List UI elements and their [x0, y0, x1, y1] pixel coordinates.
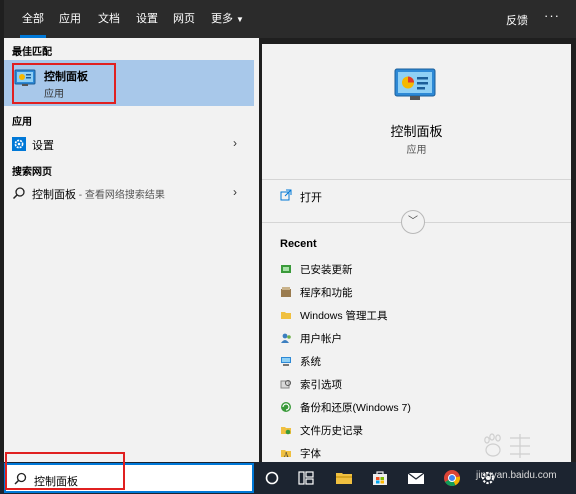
tab-documents[interactable]: 文档 — [98, 12, 120, 26]
recent-item-label: 系统 — [300, 356, 321, 368]
user-accounts-icon — [281, 333, 291, 343]
mail-icon[interactable] — [406, 468, 426, 488]
start-search-window: 全部 应用 文档 设置 网页 更多 ▼ 反馈 ··· 最佳匹配 控制面板 应用 应… — [0, 0, 576, 494]
recent-item-label: 索引选项 — [300, 379, 342, 391]
feedback-button[interactable]: 反馈 — [506, 12, 528, 28]
recent-item-label: 备份和还原(Windows 7) — [300, 402, 411, 414]
tab-all[interactable]: 全部 — [20, 12, 46, 38]
file-history-icon — [281, 427, 291, 435]
recent-item-label: 文件历史记录 — [300, 425, 363, 437]
folder-icon — [281, 312, 291, 319]
apps-heading: 应用 — [12, 117, 32, 128]
recent-item-label: 用户帐户 — [300, 333, 342, 345]
web-search-label: 控制面板 - 查看网络搜索结果 — [32, 186, 165, 202]
recent-item-label: 程序和功能 — [300, 287, 353, 299]
tab-more[interactable]: 更多 ▼ — [211, 12, 244, 26]
recent-item-label: 已安装更新 — [300, 264, 353, 276]
chevron-right-icon[interactable]: › — [233, 185, 237, 199]
backup-icon — [281, 402, 291, 412]
store-icon[interactable] — [370, 468, 390, 488]
system-icon — [281, 357, 291, 366]
tab-settings[interactable]: 设置 — [136, 12, 158, 26]
preview-title: 控制面板 — [390, 124, 443, 139]
baidu-paw-watermark-icon — [484, 433, 530, 458]
fonts-icon: A — [281, 450, 291, 459]
chevron-down-icon: ﹀ — [408, 216, 418, 227]
svg-text:A: A — [283, 452, 289, 459]
annotation-box — [5, 452, 125, 490]
web-search-suffix: - 查看网络搜索结果 — [76, 190, 165, 201]
chevron-down-icon: ▼ — [236, 15, 244, 24]
preview-type: 应用 — [406, 145, 427, 156]
open-label: 打开 — [300, 192, 322, 204]
expand-button[interactable]: ﹀ — [401, 210, 425, 234]
web-search-heading: 搜索网页 — [12, 167, 52, 178]
recent-item-label: 字体 — [300, 448, 321, 460]
indexing-icon — [280, 380, 291, 389]
gear-icon — [12, 137, 26, 151]
tab-apps[interactable]: 应用 — [59, 12, 81, 26]
control-panel-icon — [394, 68, 436, 100]
task-view-icon[interactable] — [296, 468, 316, 488]
file-explorer-icon[interactable] — [334, 468, 354, 488]
results-pane: 最佳匹配 控制面板 应用 应用 设置 › 搜索网页 控制面板 - 查看网络搜索结… — [4, 38, 259, 462]
watermark-text: jingyan.baidu.com — [476, 470, 557, 481]
tab-web[interactable]: 网页 — [173, 12, 195, 26]
recent-item-label: Windows 管理工具 — [300, 310, 388, 322]
search-icon — [12, 187, 25, 200]
app-item-label: 设置 — [32, 140, 54, 152]
tab-more-label: 更多 — [211, 13, 233, 25]
open-icon — [280, 189, 292, 201]
divider — [262, 179, 571, 180]
programs-icon — [281, 287, 291, 297]
search-filter-bar: 全部 应用 文档 设置 网页 更多 ▼ 反馈 ··· — [4, 0, 576, 38]
updates-icon — [281, 265, 291, 273]
app-item-settings[interactable]: 设置 › — [4, 133, 254, 155]
annotation-box — [12, 63, 116, 104]
chrome-icon[interactable] — [442, 468, 462, 488]
chevron-right-icon[interactable]: › — [233, 136, 237, 150]
best-match-heading: 最佳匹配 — [12, 47, 52, 58]
web-search-query: 控制面板 — [32, 189, 76, 201]
recent-heading: Recent — [280, 238, 317, 250]
preview-pane: 控制面板 应用 打开 ﹀ Recent 已安装更新 程序和功能 Windows … — [262, 44, 571, 462]
more-options-button[interactable]: ··· — [544, 8, 560, 23]
cortana-icon[interactable] — [262, 468, 282, 488]
web-search-item[interactable]: 控制面板 - 查看网络搜索结果 › — [4, 182, 254, 204]
